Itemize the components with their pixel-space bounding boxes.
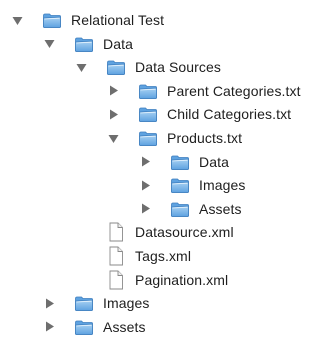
disclosure-triangle-right-icon[interactable] [138, 155, 152, 169]
folder-icon [138, 128, 158, 148]
tree-row-relational-test[interactable]: Relational Test [10, 8, 164, 32]
disclosure-triangle-down-icon[interactable] [10, 13, 24, 27]
disclosure-triangle-right-icon[interactable] [138, 178, 152, 192]
tree-row-label: Images [199, 177, 246, 194]
folder-icon [42, 10, 62, 30]
folder-icon [138, 104, 158, 124]
tree-row-assets[interactable]: Assets [138, 197, 242, 221]
tree-row-label: Assets [103, 318, 146, 335]
disclosure-triangle-right-icon[interactable] [106, 107, 120, 121]
tree-row-data[interactable]: Data [42, 32, 133, 56]
tree-row-label: Pagination.xml [135, 271, 229, 288]
tree-row-datasource-xml[interactable]: Datasource.xml [74, 220, 234, 244]
tree-row-label: Tags.xml [135, 248, 192, 264]
disclosure-triangle-right-icon[interactable] [42, 296, 56, 310]
tree-row-label: Data Sources [135, 59, 222, 76]
folder-icon [74, 293, 94, 313]
tree-row-label: Datasource.xml [135, 224, 234, 241]
folder-icon [170, 199, 190, 219]
disclosure-triangle-right-icon[interactable] [138, 202, 152, 216]
folder-icon [74, 317, 94, 337]
folder-tree: Relational Test Data Data Sources Parent Ca… [0, 0, 334, 343]
tree-row-tags-xml[interactable]: Tags.xml [74, 244, 191, 268]
tree-row-label: Images [103, 295, 150, 312]
tree-row-products-txt[interactable]: Products.txt [106, 126, 242, 150]
folder-icon [170, 175, 190, 195]
tree-row-child-categories-txt[interactable]: Child Categories.txt [106, 102, 291, 126]
tree-row-images[interactable]: Images [138, 173, 246, 197]
folder-icon [170, 152, 190, 172]
tree-row-label: Products.txt [167, 130, 243, 146]
disclosure-triangle-right-icon[interactable] [106, 84, 120, 98]
tree-row-data[interactable]: Data [138, 150, 229, 174]
folder-icon [106, 57, 126, 77]
tree-row-label: Data [103, 35, 133, 52]
folder-icon [138, 81, 158, 101]
disclosure-triangle-down-icon[interactable] [106, 131, 120, 145]
tree-row-assets[interactable]: Assets [42, 315, 146, 339]
tree-row-label: Data [199, 153, 229, 170]
document-icon [106, 246, 126, 266]
tree-row-pagination-xml[interactable]: Pagination.xml [74, 268, 228, 292]
tree-row-label: Assets [199, 200, 242, 217]
tree-row-parent-categories-txt[interactable]: Parent Categories.txt [106, 79, 301, 103]
disclosure-triangle-right-icon[interactable] [42, 320, 56, 334]
tree-row-label: Relational Test [71, 12, 165, 28]
tree-row-images[interactable]: Images [42, 291, 150, 315]
document-icon [106, 222, 126, 242]
tree-row-label: Child Categories.txt [167, 106, 292, 123]
disclosure-triangle-down-icon[interactable] [74, 60, 88, 74]
document-icon [106, 270, 126, 290]
tree-row-label: Parent Categories.txt [167, 82, 301, 99]
disclosure-triangle-down-icon[interactable] [42, 37, 56, 51]
folder-icon [74, 34, 94, 54]
tree-row-data-sources[interactable]: Data Sources [74, 55, 221, 79]
